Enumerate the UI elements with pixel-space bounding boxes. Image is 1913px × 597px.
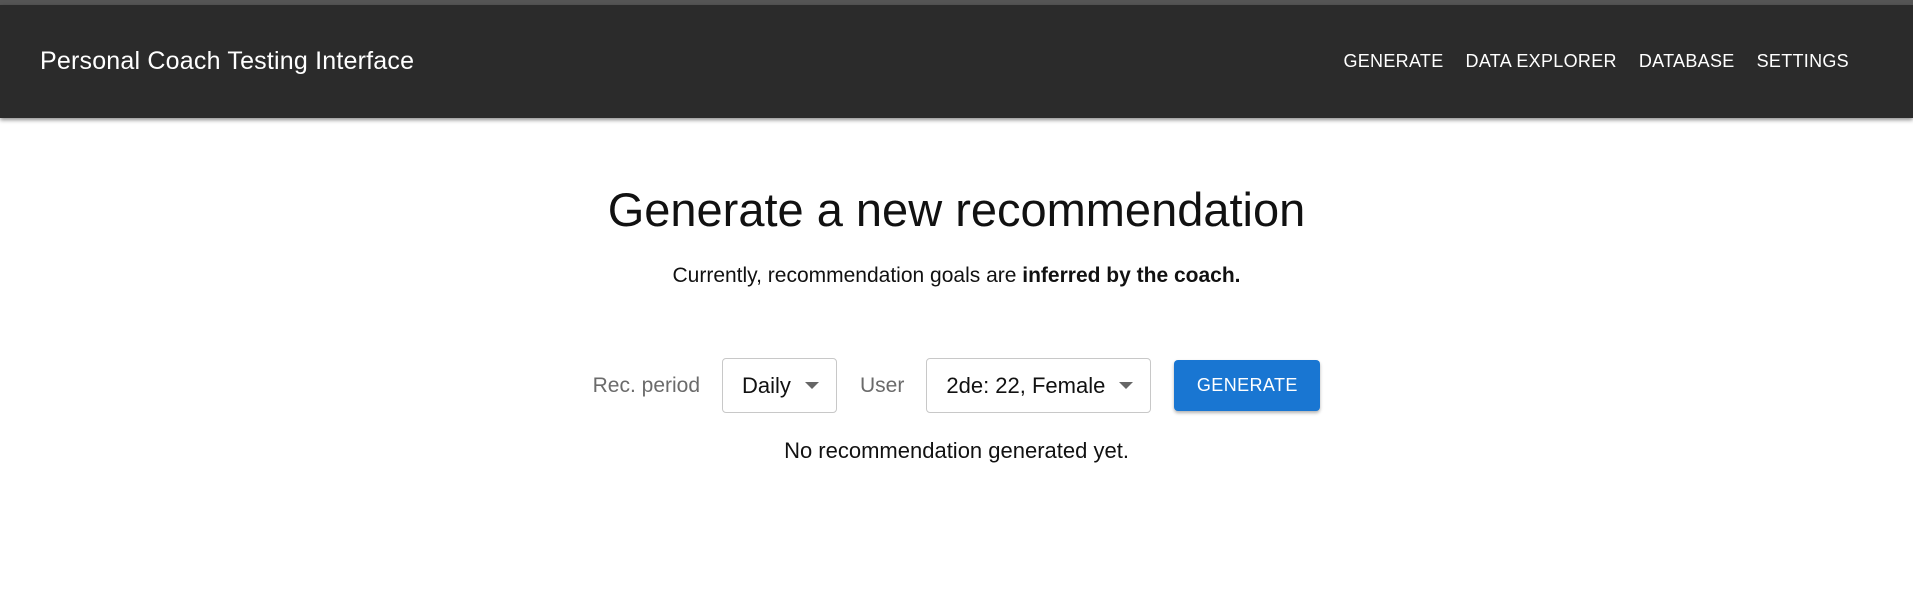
user-label: User xyxy=(860,373,905,397)
rec-period-value: Daily xyxy=(742,372,791,398)
user-value: 2de: 22, Female xyxy=(946,372,1106,398)
top-nav: Generate Data Explorer Database Settings xyxy=(1332,43,1860,80)
app-title: Personal Coach Testing Interface xyxy=(40,47,415,75)
nav-settings[interactable]: Settings xyxy=(1746,43,1860,80)
recommendation-status: No recommendation generated yet. xyxy=(784,438,1129,463)
caret-down-icon xyxy=(1119,382,1134,389)
generate-controls: Rec. period Daily User 2de: 22, Female G… xyxy=(0,358,1913,413)
goal-mode-prefix: Currently, recommendation goals are xyxy=(672,264,1023,287)
nav-generate[interactable]: Generate xyxy=(1332,43,1454,80)
caret-down-icon xyxy=(804,382,819,389)
goal-mode-text: Currently, recommendation goals are infe… xyxy=(0,264,1913,288)
page-title: Generate a new recommendation xyxy=(607,183,1306,236)
app-bar: Personal Coach Testing Interface Generat… xyxy=(0,5,1913,118)
rec-period-label: Rec. period xyxy=(592,373,701,397)
nav-database[interactable]: Database xyxy=(1628,43,1746,80)
goal-mode-value: inferred by the coach. xyxy=(1022,264,1241,287)
user-select[interactable]: 2de: 22, Female xyxy=(926,358,1152,413)
main-content: Generate a new recommendation Currently,… xyxy=(0,118,1913,597)
rec-period-select[interactable]: Daily xyxy=(722,358,838,413)
nav-data-explorer[interactable]: Data Explorer xyxy=(1455,43,1628,80)
generate-button[interactable]: Generate xyxy=(1174,360,1321,411)
